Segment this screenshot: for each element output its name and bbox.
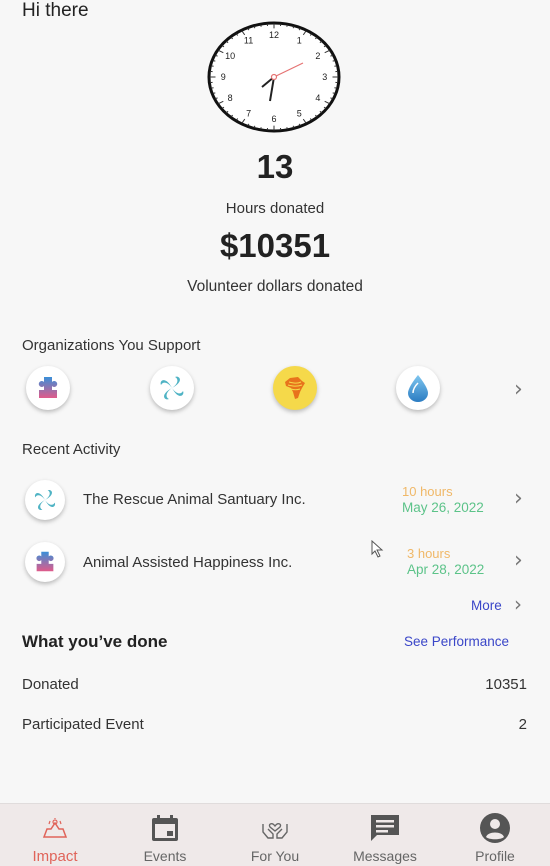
clock-tick — [212, 92, 216, 94]
more-label: More — [471, 598, 502, 613]
clock-tick — [260, 24, 262, 27]
org-africa-button[interactable] — [273, 366, 317, 410]
activity-org-avatar — [25, 480, 65, 520]
nav-label-impact: Impact — [32, 848, 78, 865]
what-done-title: What you’ve done — [22, 632, 168, 651]
activity-item[interactable]: The Rescue Animal Santuary Inc. 10 hours… — [0, 476, 550, 524]
nav-tab-profile[interactable]: Profile — [440, 804, 550, 866]
nav-tab-for-you[interactable]: For You — [220, 804, 330, 866]
clock-number: 9 — [221, 72, 226, 82]
activity-hours: 10 hours — [402, 484, 453, 499]
clock-icon: 12 1 2 3 4 5 6 7 8 9 10 11 — [207, 21, 341, 133]
clock-tick — [260, 127, 262, 130]
bottom-navigation: Impact Events For You Messages Profile — [0, 803, 550, 866]
clock-tick — [286, 127, 288, 130]
clock-tick — [212, 60, 216, 62]
donated-label: Donated — [22, 676, 79, 693]
swirl-icon — [160, 376, 184, 400]
clock-tick — [332, 60, 336, 62]
see-performance-link[interactable]: See Performance — [404, 634, 509, 649]
organizations-next-chevron-icon[interactable]: › — [514, 379, 523, 401]
clock-number: 6 — [271, 114, 276, 124]
activity-org-avatar — [25, 542, 65, 582]
clock-number: 12 — [269, 30, 279, 40]
clock-number: 11 — [244, 36, 253, 46]
org-water-button[interactable] — [396, 366, 440, 410]
org-swirl-button[interactable] — [150, 366, 194, 410]
donated-value: 10351 — [485, 676, 527, 693]
dollars-donated-value: $10351 — [219, 227, 331, 264]
org-puzzle-button[interactable] — [26, 366, 70, 410]
water-drop-icon — [408, 375, 428, 402]
activity-date: May 26, 2022 — [402, 500, 484, 515]
activity-item[interactable]: Animal Assisted Happiness Inc. 3 hours A… — [0, 538, 550, 586]
organizations-title: Organizations You Support — [22, 337, 201, 354]
activity-date: Apr 28, 2022 — [407, 562, 485, 577]
clock-number: 8 — [228, 93, 233, 103]
activity-org-name: Animal Assisted Happiness Inc. — [83, 554, 293, 571]
participated-event-label: Participated Event — [22, 716, 144, 733]
nav-label-for-you: For You — [250, 848, 300, 864]
more-link[interactable]: More — [471, 598, 502, 613]
dollars-donated-label: Volunteer dollars donated — [187, 278, 363, 295]
clock-number: 1 — [297, 36, 302, 46]
nav-tab-impact[interactable]: Impact — [0, 804, 110, 866]
clock-number: 3 — [322, 72, 327, 82]
message-icon — [330, 812, 440, 844]
calendar-icon — [110, 812, 220, 844]
clock-number: 5 — [297, 109, 302, 119]
hours-donated-label: Hours donated — [225, 200, 325, 217]
puzzle-icon — [36, 551, 54, 572]
clock-number: 7 — [246, 109, 251, 119]
chevron-right-icon[interactable]: › — [514, 488, 523, 510]
hours-donated-value: 13 — [256, 148, 294, 185]
recent-activity-title: Recent Activity — [22, 441, 121, 458]
activity-org-name: The Rescue Animal Santuary Inc. — [83, 491, 306, 508]
profile-icon — [440, 812, 550, 844]
participated-event-value: 2 — [518, 716, 527, 733]
nav-label-profile: Profile — [475, 848, 515, 864]
impact-icon — [0, 812, 110, 844]
organizations-row: › — [0, 366, 550, 412]
swirl-icon — [34, 489, 56, 511]
greeting-text: Hi there — [22, 0, 89, 21]
nav-tab-messages[interactable]: Messages — [330, 804, 440, 866]
chevron-right-icon[interactable]: › — [514, 550, 523, 572]
more-chevron-icon[interactable]: › — [514, 594, 522, 614]
nav-label-messages: Messages — [353, 848, 417, 864]
nav-label-events: Events — [143, 848, 187, 864]
heart-hands-icon — [220, 812, 330, 844]
puzzle-icon — [38, 377, 58, 398]
activity-hours: 3 hours — [407, 546, 451, 561]
nav-tab-events[interactable]: Events — [110, 804, 220, 866]
clock-number: 4 — [315, 93, 320, 103]
clock-tick — [332, 92, 336, 94]
clock-number: 10 — [225, 51, 235, 61]
clock-tick — [286, 24, 288, 27]
mouse-cursor-icon — [371, 539, 385, 563]
africa-map-icon — [285, 377, 305, 399]
clock-number: 2 — [315, 51, 320, 61]
